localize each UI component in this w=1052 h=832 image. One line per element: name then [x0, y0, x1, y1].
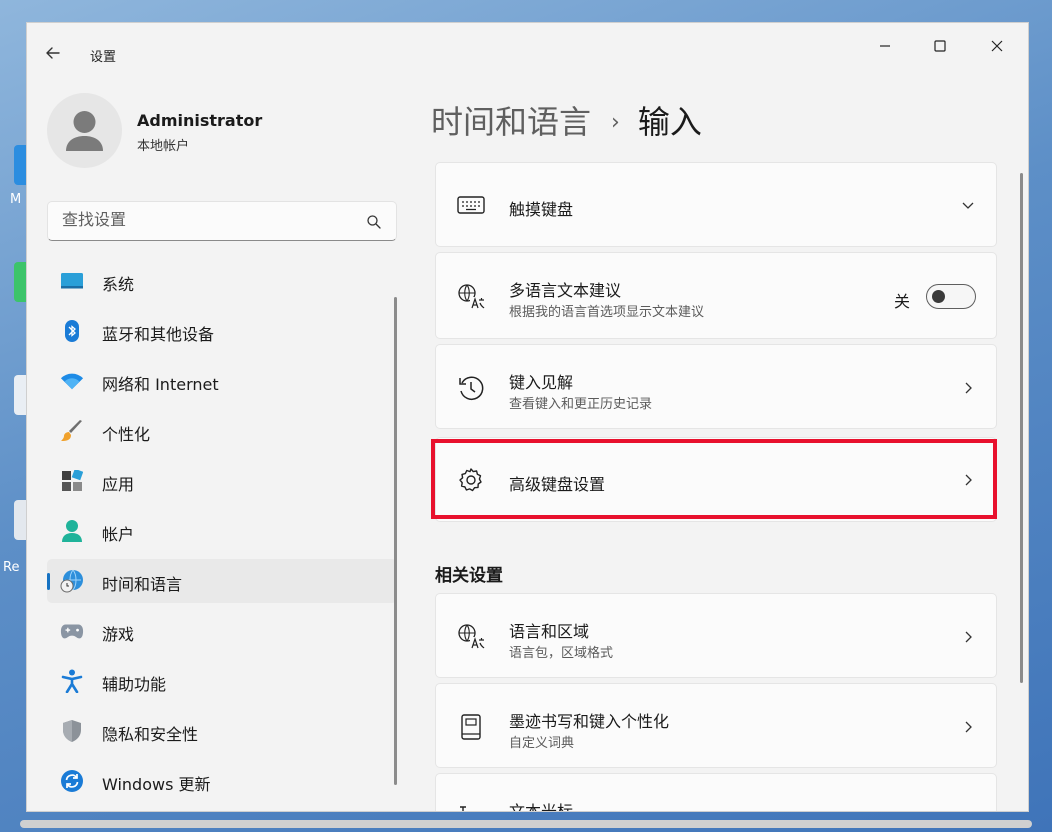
sidebar-item-privacy[interactable]: 隐私和安全性: [47, 709, 397, 753]
desktop-icon-label: M: [10, 192, 22, 207]
setting-card-advanced-keyboard[interactable]: 高级键盘设置: [435, 437, 997, 522]
card-title: 语言和区域: [509, 622, 590, 641]
card-title: 文本光标: [509, 802, 574, 812]
keyboard-icon: [456, 190, 486, 220]
search-box[interactable]: [47, 201, 397, 241]
avatar[interactable]: [47, 93, 122, 168]
breadcrumb-parent[interactable]: 时间和语言: [431, 103, 591, 141]
main-scrollbar[interactable]: [1020, 173, 1023, 683]
title-bar: 设置: [27, 23, 1028, 71]
back-arrow-icon: [46, 47, 60, 59]
card-title: 触摸键盘: [509, 200, 574, 219]
globe-clock-icon: [60, 569, 84, 593]
sidebar-item-label: 游戏: [102, 625, 135, 644]
card-title: 多语言文本建议: [509, 281, 622, 300]
setting-card-language-region[interactable]: 语言和区域 语言包，区域格式: [435, 593, 997, 678]
close-icon: [991, 40, 1003, 52]
accessibility-icon: [60, 669, 84, 693]
system-icon: [60, 269, 84, 293]
language-icon: [456, 622, 486, 652]
gamepad-icon: [60, 619, 84, 643]
account-icon: [60, 519, 84, 543]
minimize-button[interactable]: [862, 31, 908, 61]
card-title: 墨迹书写和键入个性化: [509, 712, 670, 731]
chevron-right-icon[interactable]: [960, 629, 976, 645]
sidebar-item-label: 系统: [102, 275, 135, 294]
settings-window: 设置 Administrator 本地帐户 系统: [26, 22, 1029, 812]
sidebar-item-label: 时间和语言: [102, 575, 183, 594]
sidebar-item-accounts[interactable]: 帐户: [47, 509, 397, 553]
sidebar-item-bluetooth[interactable]: 蓝牙和其他设备: [47, 309, 397, 353]
apps-icon: [60, 469, 84, 493]
breadcrumb-separator: ›: [611, 110, 620, 135]
maximize-icon: [934, 40, 946, 52]
maximize-button[interactable]: [917, 31, 963, 61]
sidebar-item-gaming[interactable]: 游戏: [47, 609, 397, 653]
sidebar-item-label: 蓝牙和其他设备: [102, 325, 215, 344]
sidebar-item-time-language[interactable]: 时间和语言: [47, 559, 397, 603]
notebook-icon: [456, 712, 486, 742]
sidebar-item-label: 帐户: [102, 525, 135, 544]
horizontal-scrollbar[interactable]: [20, 820, 1032, 828]
shield-icon: [60, 719, 84, 743]
breadcrumb: 时间和语言 › 输入: [431, 97, 702, 143]
app-title: 设置: [90, 50, 117, 65]
toggle-state-label: 关: [893, 292, 910, 311]
page-title: 输入: [637, 103, 702, 141]
chevron-down-icon[interactable]: [960, 197, 976, 213]
close-button[interactable]: [974, 31, 1020, 61]
search-input[interactable]: [62, 210, 352, 229]
sidebar-item-accessibility[interactable]: 辅助功能: [47, 659, 397, 703]
history-icon: [456, 373, 486, 403]
chevron-right-icon[interactable]: [960, 809, 976, 811]
sidebar-item-label: 应用: [102, 475, 135, 494]
update-icon: [60, 769, 84, 793]
back-button[interactable]: [41, 41, 65, 65]
card-title: 高级键盘设置: [509, 475, 606, 494]
desktop-icon-label: Re: [3, 560, 20, 575]
setting-card-text-cursor[interactable]: 文本光标: [435, 773, 997, 812]
sidebar-item-system[interactable]: 系统: [47, 259, 397, 303]
setting-card-inking-typing[interactable]: 墨迹书写和键入个性化 自定义词典: [435, 683, 997, 768]
sidebar-item-network[interactable]: 网络和 Internet: [47, 359, 397, 403]
sidebar-item-label: 个性化: [102, 425, 151, 444]
setting-card-multilingual-suggestions: 多语言文本建议 根据我的语言首选项显示文本建议 关: [435, 252, 997, 339]
wifi-icon: [60, 369, 84, 393]
setting-card-touch-keyboard[interactable]: 触摸键盘: [435, 162, 997, 247]
brush-icon: [60, 419, 84, 443]
sidebar-nav: 系统 蓝牙和其他设备 网络和 Internet 个性化 应用 帐户 时间和语言 …: [47, 259, 397, 809]
card-subtitle: 语言包，区域格式: [509, 646, 614, 661]
search-icon[interactable]: [366, 214, 382, 230]
chevron-right-icon[interactable]: [960, 380, 976, 396]
bluetooth-icon: [60, 319, 84, 343]
sidebar-item-label: 隐私和安全性: [102, 725, 199, 744]
profile-name: Administrator: [137, 111, 263, 130]
toggle-knob: [932, 290, 945, 303]
card-title: 键入见解: [509, 373, 574, 392]
related-settings-heading: 相关设置: [435, 566, 503, 586]
sidebar-item-label: Windows 更新: [102, 775, 211, 794]
profile-account-type: 本地帐户: [137, 139, 190, 154]
chevron-right-icon[interactable]: [960, 472, 976, 488]
card-subtitle: 自定义词典: [509, 736, 575, 751]
sidebar-item-apps[interactable]: 应用: [47, 459, 397, 503]
sidebar-scrollbar[interactable]: [394, 297, 397, 785]
minimize-icon: [880, 45, 890, 47]
multilingual-suggestions-toggle[interactable]: [926, 284, 976, 309]
sidebar-item-label: 辅助功能: [102, 675, 167, 694]
chevron-right-icon[interactable]: [960, 719, 976, 735]
sidebar-item-label: 网络和 Internet: [102, 375, 219, 394]
text-cursor-icon: [456, 802, 486, 811]
card-subtitle: 查看键入和更正历史记录: [509, 397, 653, 412]
sidebar-item-windows-update[interactable]: Windows 更新: [47, 759, 397, 803]
sidebar-item-personalization[interactable]: 个性化: [47, 409, 397, 453]
language-icon: [456, 282, 486, 312]
setting-card-typing-insights[interactable]: 键入见解 查看键入和更正历史记录: [435, 344, 997, 429]
card-subtitle: 根据我的语言首选项显示文本建议: [509, 305, 705, 320]
user-silhouette-icon: [66, 111, 103, 151]
gear-icon: [456, 465, 486, 495]
